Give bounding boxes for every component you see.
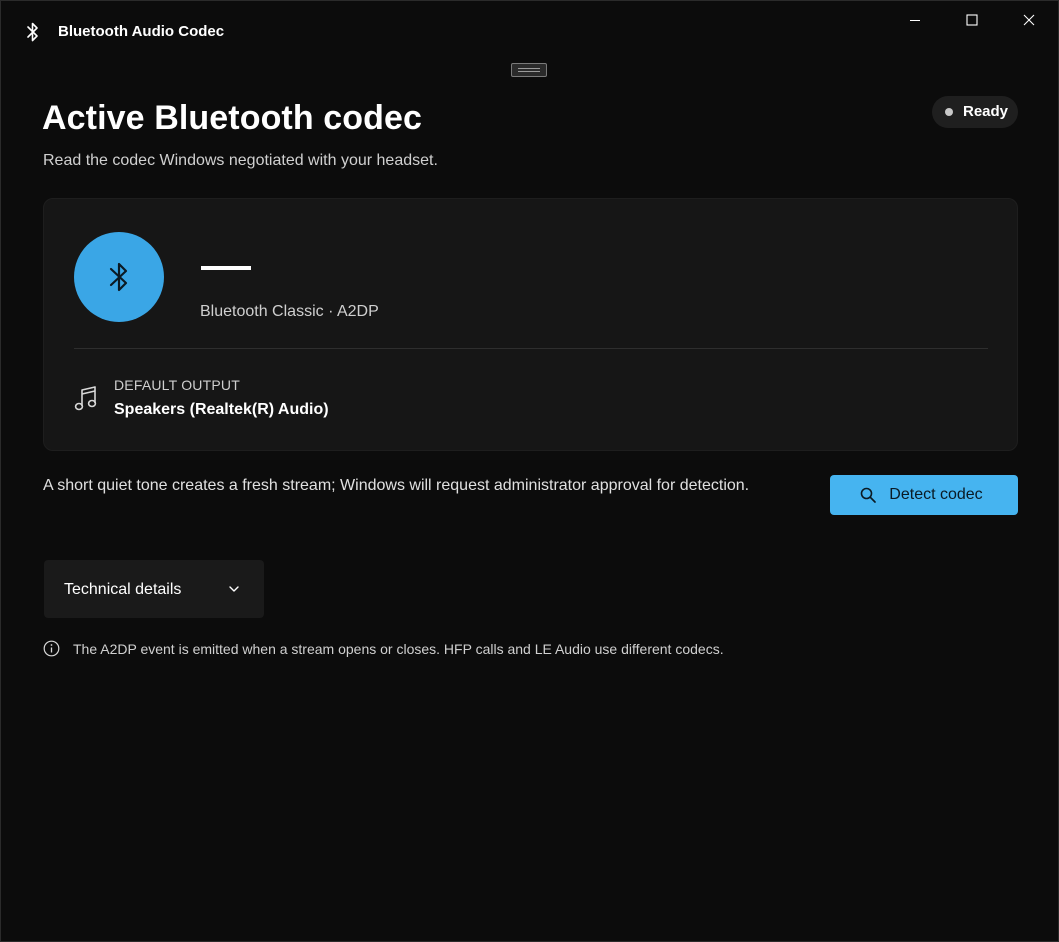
status-badge: Ready [932, 96, 1018, 128]
music-note-icon [74, 386, 97, 411]
minimize-icon [910, 20, 920, 21]
title-bar[interactable]: Bluetooth Audio Codec [1, 1, 1058, 63]
close-button[interactable] [1001, 1, 1057, 39]
default-output-label: DEFAULT OUTPUT [114, 377, 240, 393]
maximize-button[interactable] [944, 1, 1000, 39]
drag-handle[interactable] [511, 63, 547, 77]
page-title: Active Bluetooth codec [42, 99, 423, 137]
codec-name: — [201, 266, 251, 270]
technical-details-label: Technical details [64, 581, 182, 598]
maximize-icon [966, 14, 978, 26]
bluetooth-icon [109, 262, 128, 292]
search-icon [860, 487, 877, 503]
detect-codec-label: Detect codec [889, 486, 983, 503]
status-text: Ready [963, 103, 1009, 120]
default-output-device: Speakers (Realtek(R) Audio) [114, 401, 329, 418]
detect-description: A short quiet tone creates a fresh strea… [43, 477, 750, 494]
close-icon [1023, 14, 1035, 26]
codec-protocol: Bluetooth Classic · A2DP [200, 303, 379, 320]
status-dot-icon [945, 108, 953, 116]
minimize-button[interactable] [887, 1, 943, 39]
detect-codec-button[interactable]: Detect codec [830, 475, 1018, 515]
bluetooth-icon [27, 22, 38, 42]
info-note: The A2DP event is emitted when a stream … [73, 641, 724, 657]
card-divider [74, 348, 988, 349]
codec-name-text: — [201, 252, 202, 253]
page-subtitle: Read the codec Windows negotiated with y… [43, 152, 438, 169]
info-icon [43, 640, 60, 657]
app-window: Bluetooth Audio Codec Active Bluetooth c… [0, 0, 1059, 942]
window-title: Bluetooth Audio Codec [58, 23, 225, 40]
codec-card: — Bluetooth Classic · A2DP DEFAULT OUTPU… [43, 198, 1018, 451]
technical-details-expander[interactable]: Technical details [44, 560, 264, 618]
chevron-down-icon [229, 586, 239, 592]
codec-avatar [74, 232, 164, 322]
